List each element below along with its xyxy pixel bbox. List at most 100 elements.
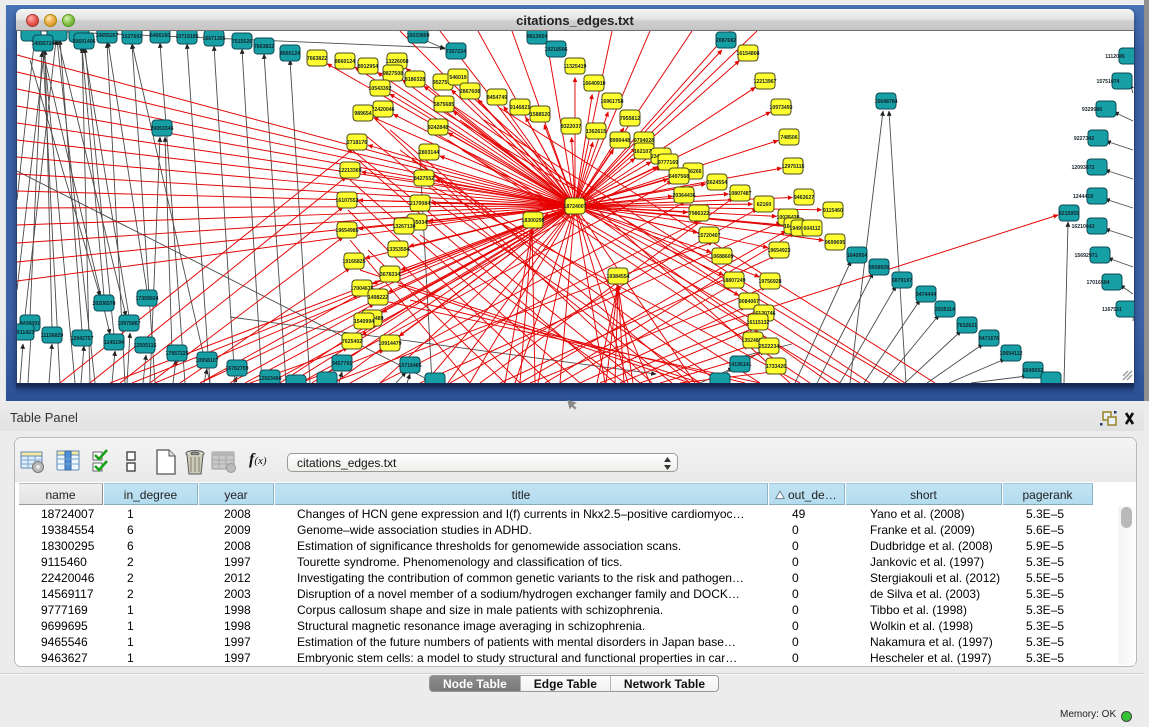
svg-text:9245652: 9245652 xyxy=(1023,368,1043,374)
svg-text:16961758: 16961758 xyxy=(600,99,623,105)
svg-text:12923466: 12923466 xyxy=(258,376,281,382)
svg-text:6497568: 6497568 xyxy=(669,174,689,180)
svg-text:15751074: 15751074 xyxy=(1096,79,1119,85)
svg-text:8215955: 8215955 xyxy=(1059,211,1079,217)
svg-text:8660124: 8660124 xyxy=(335,59,355,65)
svg-text:13353594: 13353594 xyxy=(386,247,409,253)
svg-text:1112045: 1112045 xyxy=(1105,54,1125,60)
svg-text:12213369: 12213369 xyxy=(338,168,361,174)
svg-text:6879197: 6879197 xyxy=(892,278,912,284)
svg-text:16033809: 16033809 xyxy=(406,33,429,39)
svg-text:1540994: 1540994 xyxy=(354,319,374,325)
svg-text:604112: 604112 xyxy=(803,226,820,232)
svg-text:16210643: 16210643 xyxy=(1071,224,1094,230)
svg-text:12942757: 12942757 xyxy=(70,336,93,342)
svg-text:8454749: 8454749 xyxy=(487,95,507,101)
svg-text:9242848: 9242848 xyxy=(428,125,448,131)
svg-text:19218506: 19218506 xyxy=(544,47,567,53)
svg-text:16640910: 16640910 xyxy=(582,81,605,87)
svg-text:20364436: 20364436 xyxy=(672,193,695,199)
svg-text:10543392: 10543392 xyxy=(368,86,391,92)
svg-text:2718176: 2718176 xyxy=(347,140,367,146)
svg-text:13226058: 13226058 xyxy=(385,59,408,65)
svg-text:19654923: 19654923 xyxy=(767,248,790,254)
svg-text:7955812: 7955812 xyxy=(620,116,640,122)
svg-text:16107552: 16107552 xyxy=(335,198,358,204)
svg-text:7663822: 7663822 xyxy=(254,44,274,50)
svg-text:2170084: 2170084 xyxy=(410,201,430,207)
svg-text:2867608: 2867608 xyxy=(460,89,480,95)
svg-text:11325419: 11325419 xyxy=(564,64,587,70)
svg-text:19756928: 19756928 xyxy=(758,279,781,285)
svg-text:9146821: 9146821 xyxy=(510,105,530,111)
svg-text:9084067: 9084067 xyxy=(739,299,759,305)
svg-text:7663822: 7663822 xyxy=(307,56,327,62)
svg-text:8427552: 8427552 xyxy=(414,176,434,182)
svg-text:3624554: 3624554 xyxy=(707,180,727,186)
svg-text:9474444: 9474444 xyxy=(916,292,936,298)
svg-text:7515526: 7515526 xyxy=(232,39,252,45)
svg-text:7625402: 7625402 xyxy=(342,339,362,345)
svg-text:18807249: 18807249 xyxy=(722,278,745,284)
svg-text:17359924: 17359924 xyxy=(135,296,158,302)
svg-text:1498222: 1498222 xyxy=(368,295,388,301)
svg-text:20053346: 20053346 xyxy=(150,126,173,132)
svg-text:12093872: 12093872 xyxy=(1071,165,1094,171)
svg-text:10975867: 10975867 xyxy=(117,321,140,327)
svg-text:9227342: 9227342 xyxy=(1074,136,1094,142)
svg-text:546019: 546019 xyxy=(449,75,466,81)
svg-text:8813054: 8813054 xyxy=(527,34,547,40)
svg-text:9827508: 9827508 xyxy=(383,71,403,77)
svg-text:9699695: 9699695 xyxy=(825,240,845,246)
svg-text:15720407: 15720407 xyxy=(697,233,720,239)
svg-text:3678334: 3678334 xyxy=(380,272,400,278)
svg-text:19384554: 19384554 xyxy=(606,274,629,280)
svg-text:16648784: 16648784 xyxy=(874,99,897,105)
svg-text:1362615: 1362615 xyxy=(586,129,606,135)
svg-text:8938928: 8938928 xyxy=(869,265,889,271)
svg-text:8912954: 8912954 xyxy=(358,64,378,70)
svg-text:17957225: 17957225 xyxy=(165,351,188,357)
svg-text:2087682: 2087682 xyxy=(716,38,736,44)
svg-text:7632621: 7632621 xyxy=(957,323,977,329)
svg-text:16115132: 16115132 xyxy=(747,320,770,326)
svg-text:10973493: 10973493 xyxy=(769,105,792,111)
svg-text:7986322: 7986322 xyxy=(689,211,709,217)
svg-text:9463627: 9463627 xyxy=(794,195,814,201)
svg-text:12505115: 12505115 xyxy=(134,343,157,349)
svg-text:19166825: 19166825 xyxy=(342,259,365,265)
svg-text:19654985: 19654985 xyxy=(335,228,358,234)
svg-text:20206578: 20206578 xyxy=(92,301,115,307)
svg-text:14055724: 14055724 xyxy=(31,41,54,47)
svg-text:11156829: 11156829 xyxy=(41,333,64,339)
svg-text:18724007: 18724007 xyxy=(563,204,586,210)
svg-text:12213967: 12213967 xyxy=(753,79,776,85)
svg-text:5875685: 5875685 xyxy=(434,102,454,108)
svg-text:1733426: 1733426 xyxy=(766,364,786,370)
svg-text:20691406: 20691406 xyxy=(72,39,95,45)
svg-text:8660124: 8660124 xyxy=(280,51,300,57)
svg-text:13267130: 13267130 xyxy=(392,224,415,230)
svg-text:1167531: 1167531 xyxy=(1102,307,1122,313)
svg-text:8186328: 8186328 xyxy=(405,77,425,83)
svg-text:10914479: 10914479 xyxy=(378,341,401,347)
svg-text:16154808: 16154808 xyxy=(736,51,759,57)
svg-text:10654112: 10654112 xyxy=(1000,351,1023,357)
svg-text:2522234: 2522234 xyxy=(759,344,779,350)
svg-text:22420046: 22420046 xyxy=(371,107,394,113)
svg-text:9329966: 9329966 xyxy=(1082,107,1102,113)
svg-text:3911423: 3911423 xyxy=(17,330,34,336)
svg-text:10688609: 10688609 xyxy=(710,254,733,260)
svg-text:16782759: 16782759 xyxy=(225,366,248,372)
svg-text:1527602: 1527602 xyxy=(122,34,142,40)
svg-text:15716485: 15716485 xyxy=(398,363,421,369)
svg-text:9115460: 9115460 xyxy=(823,208,843,214)
svg-text:8322037: 8322037 xyxy=(561,124,581,130)
svg-text:10655267: 10655267 xyxy=(95,33,118,39)
svg-text:2803144: 2803144 xyxy=(419,150,439,156)
svg-text:6466160: 6466160 xyxy=(150,33,170,39)
svg-text:8471676: 8471676 xyxy=(979,336,999,342)
svg-text:62160: 62160 xyxy=(757,202,772,208)
svg-text:2935114: 2935114 xyxy=(935,307,955,313)
svg-text:14136141: 14136141 xyxy=(728,362,751,368)
